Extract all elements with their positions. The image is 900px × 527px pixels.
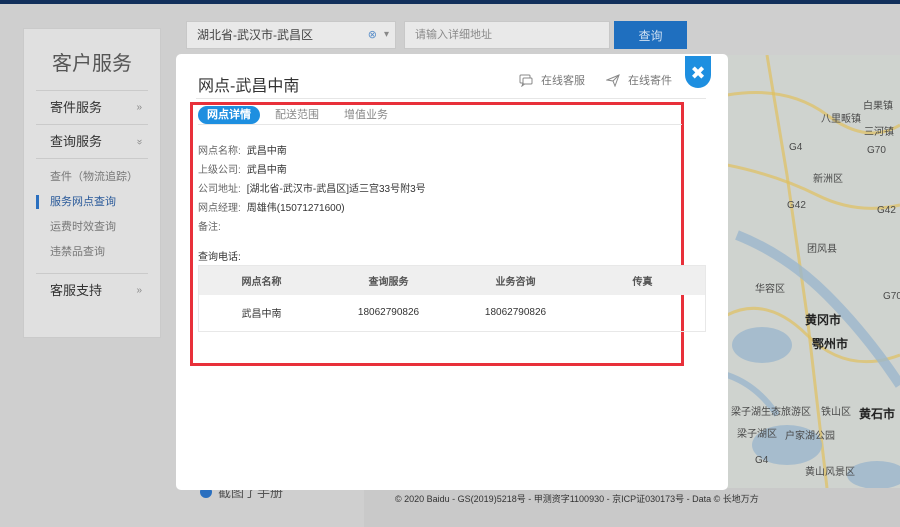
map-roads bbox=[727, 55, 900, 488]
search-button[interactable]: 查询 bbox=[614, 21, 687, 49]
sidebar-title: 客户服务 bbox=[36, 29, 148, 91]
map-label: 华容区 bbox=[755, 284, 785, 295]
map-label: 梁子湖生态旅游区 bbox=[731, 407, 811, 418]
caret-down-icon: ▾ bbox=[383, 29, 389, 40]
sidebar-item-tracking[interactable]: 查件（物流追踪） bbox=[36, 165, 148, 190]
sidebar-item-prohibited-query[interactable]: 违禁品查询 bbox=[36, 240, 148, 265]
map-label: 团风县 bbox=[807, 244, 837, 255]
map-label: 黄冈市 bbox=[805, 313, 842, 327]
column-header: 业务咨询 bbox=[452, 265, 579, 295]
map[interactable]: 白果镇 八里畈镇 三河镇 新洲区 团风县 华容区 黄冈市 鄂州市 梁子湖生态旅游… bbox=[727, 55, 900, 488]
detail-row-parent: 上级公司: 武昌中南 bbox=[198, 161, 287, 176]
table-header-row: 网点名称 查询服务 业务咨询 传真 bbox=[198, 265, 706, 295]
sidebar: 客户服务 寄件服务 » 查询服务 » 查件（物流追踪） 服务网点查询 运费时效查… bbox=[23, 28, 161, 338]
contact-title: 查询电话: bbox=[198, 252, 241, 263]
online-send-button[interactable]: 在线寄件 bbox=[605, 72, 672, 88]
column-header: 网点名称 bbox=[198, 265, 325, 295]
chevron-right-icon: » bbox=[136, 285, 142, 296]
online-service-button[interactable]: 在线客服 bbox=[519, 72, 585, 88]
map-copyright: © 2020 Baidu - GS(2019)5218号 - 甲测资字11009… bbox=[395, 494, 759, 504]
sidebar-group-label: 客服支持 bbox=[50, 283, 103, 298]
region-select[interactable]: 湖北省-武汉市-武昌区 ⊗ ▾ bbox=[186, 21, 396, 49]
map-label: 白果镇 bbox=[863, 101, 893, 112]
detail-value: 武昌中南 bbox=[246, 146, 287, 157]
region-select-value: 湖北省-武汉市-武昌区 bbox=[197, 28, 313, 42]
detail-label: 公司地址: bbox=[198, 184, 241, 195]
road-label: G4 bbox=[755, 455, 769, 466]
map-label: 三河镇 bbox=[864, 127, 894, 138]
chat-icon bbox=[519, 74, 533, 88]
table-cell: 18062790826 bbox=[325, 295, 452, 332]
sidebar-group-label: 查询服务 bbox=[50, 134, 103, 149]
sidebar-group-query[interactable]: 查询服务 » bbox=[36, 125, 148, 159]
sidebar-group-support[interactable]: 客服支持 » bbox=[36, 274, 148, 308]
contact-table: 网点名称 查询服务 业务咨询 传真 武昌中南 18062790826 18062… bbox=[198, 265, 706, 332]
modal-divider bbox=[196, 98, 706, 99]
tab-value-added[interactable]: 增值业务 bbox=[344, 106, 388, 124]
detail-address-input[interactable] bbox=[404, 21, 610, 49]
map-label: 黄山风景区 bbox=[805, 467, 855, 478]
sidebar-group-send[interactable]: 寄件服务 » bbox=[36, 91, 148, 125]
column-header: 传真 bbox=[579, 265, 706, 295]
detail-row-remark: 备注: bbox=[198, 218, 227, 233]
map-label: 铁山区 bbox=[821, 407, 851, 418]
clear-icon[interactable]: ⊗ bbox=[368, 22, 377, 48]
tab-underline bbox=[198, 124, 682, 125]
chevron-down-icon: » bbox=[134, 139, 146, 145]
map-label: 户家湖公园 bbox=[785, 431, 835, 442]
sidebar-item-freight-query[interactable]: 运费时效查询 bbox=[36, 215, 148, 240]
paper-plane-icon bbox=[605, 74, 620, 88]
road-label: G70 bbox=[867, 145, 886, 156]
detail-value: [湖北省-武汉市-武昌区]适三宫33号附3号 bbox=[246, 184, 426, 195]
sidebar-item-outlet-query[interactable]: 服务网点查询 bbox=[36, 190, 148, 215]
detail-label: 备注: bbox=[198, 222, 221, 233]
detail-row-address: 公司地址: [湖北省-武汉市-武昌区]适三宫33号附3号 bbox=[198, 180, 426, 195]
online-service-label: 在线客服 bbox=[541, 75, 585, 87]
road-label: G70 bbox=[883, 291, 900, 302]
road-label: G4 bbox=[789, 142, 803, 153]
detail-label: 网点经理: bbox=[198, 203, 241, 214]
chevron-right-icon: » bbox=[136, 102, 142, 113]
table-row: 武昌中南 18062790826 18062790826 bbox=[198, 295, 706, 332]
map-label: 梁子湖区 bbox=[737, 429, 777, 440]
table-cell: 武昌中南 bbox=[198, 295, 325, 332]
detail-value: 武昌中南 bbox=[246, 165, 287, 176]
detail-label: 上级公司: bbox=[198, 165, 241, 176]
column-header: 查询服务 bbox=[325, 265, 452, 295]
map-label: 新洲区 bbox=[813, 174, 843, 185]
close-button[interactable]: ✖ bbox=[685, 56, 711, 88]
online-send-label: 在线寄件 bbox=[628, 75, 672, 87]
table-cell: 18062790826 bbox=[452, 295, 579, 332]
modal-title: 网点-武昌中南 bbox=[198, 78, 300, 95]
sidebar-submenu: 查件（物流追踪） 服务网点查询 运费时效查询 违禁品查询 bbox=[36, 159, 148, 274]
map-label: 鄂州市 bbox=[812, 337, 849, 351]
detail-value: 周雄伟(15071271600) bbox=[246, 203, 345, 214]
tab-delivery-range[interactable]: 配送范围 bbox=[275, 106, 319, 124]
detail-row-manager: 网点经理: 周雄伟(15071271600) bbox=[198, 199, 345, 214]
tab-outlet-details[interactable]: 网点详情 bbox=[198, 106, 260, 124]
road-label: G42 bbox=[877, 205, 896, 216]
road-label: G42 bbox=[787, 200, 806, 211]
map-label: 八里畈镇 bbox=[821, 114, 861, 125]
detail-label: 网点名称: bbox=[198, 146, 241, 157]
table-cell bbox=[579, 295, 706, 332]
detail-row-name: 网点名称: 武昌中南 bbox=[198, 142, 287, 157]
sidebar-group-label: 寄件服务 bbox=[50, 100, 103, 115]
map-label: 黄石市 bbox=[859, 407, 896, 421]
